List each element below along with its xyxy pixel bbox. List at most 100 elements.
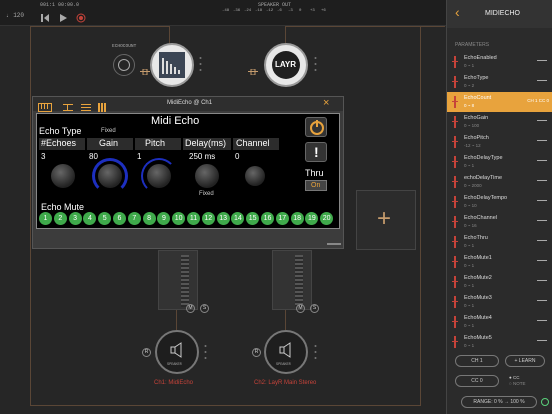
ch2-solo-button[interactable]: S [310, 304, 319, 313]
midiecho-node[interactable] [150, 43, 194, 87]
param-row[interactable]: EchoDelayTempo 0 ~ 10 [447, 192, 552, 212]
ch1-record-button[interactable]: R [142, 348, 151, 357]
param-slider-icon [454, 176, 456, 188]
param-slider-icon [454, 236, 456, 248]
ch1-fader[interactable] [181, 255, 189, 307]
settings-icon[interactable] [541, 398, 549, 406]
mute-button-8[interactable]: 8 [142, 212, 156, 225]
ch2-caption: Ch2: LayR Main Stereo [254, 380, 317, 386]
mute-button-3[interactable]: 3 [68, 212, 82, 225]
echo-type-value[interactable]: Fixed [101, 128, 116, 134]
pitch-knob[interactable] [147, 164, 171, 188]
thru-toggle[interactable]: On [305, 180, 327, 191]
editor-title: Midi Echo [151, 115, 200, 127]
cc-selector[interactable]: CC 0 [455, 375, 499, 387]
node-menu-icon[interactable] [314, 344, 317, 360]
record-icon[interactable] [76, 10, 86, 23]
param-row[interactable]: EchoMute5 0 ~ 1 [447, 332, 552, 352]
play-icon[interactable] [58, 10, 68, 22]
add-node-button[interactable]: + [356, 190, 416, 250]
mute-button-12[interactable]: 12 [201, 212, 215, 225]
mute-button-6[interactable]: 6 [113, 212, 126, 225]
mute-button-17[interactable]: 17 [275, 212, 289, 225]
echocount-label: ECHOCOUNT [112, 44, 137, 49]
param-row[interactable]: EchoMute1 0 ~ 1 [447, 252, 552, 272]
param-row[interactable]: EchoMute3 0 ~ 1 [447, 292, 552, 312]
param-row[interactable]: EchoDelayType 0 ~ 1 [447, 152, 552, 172]
delay-mode[interactable]: Fixed [199, 191, 214, 197]
mute-button-15[interactable]: 15 [246, 212, 260, 225]
mute-button-11[interactable]: 11 [187, 212, 200, 225]
param-row[interactable]: EchoPitch -12 ~ 12 [447, 132, 552, 152]
mute-button-18[interactable]: 18 [290, 212, 304, 225]
note-option[interactable]: ○ NOTE [509, 381, 525, 386]
tempo-display[interactable]: ♩ 120 [6, 12, 24, 19]
param-name: EchoGain [464, 115, 489, 121]
close-icon[interactable]: × [323, 97, 329, 109]
mute-button-2[interactable]: 2 [53, 212, 67, 225]
channel-knob[interactable] [245, 166, 265, 186]
gain-knob[interactable] [98, 164, 122, 188]
param-row[interactable]: EchoEnabled 0 ~ 1 [447, 52, 552, 72]
param-row[interactable]: EchoType 0 ~ 2 [447, 72, 552, 92]
back-chevron-icon[interactable]: ‹ [455, 4, 460, 20]
ch1-speaker-node[interactable]: SPEAKER [155, 330, 199, 374]
mute-button-10[interactable]: 10 [172, 212, 186, 225]
param-row[interactable]: EchoCount 0 ~ 8 CH 1 CC 0 [447, 92, 552, 112]
keyboard-icon[interactable] [38, 99, 52, 112]
param-range: 0 ~ 2000 [464, 183, 482, 188]
warning-button[interactable]: ! [305, 142, 327, 162]
param-name: EchoDelayTempo [464, 195, 508, 201]
ch2-fader[interactable] [295, 255, 303, 307]
section-label: PARAMETERS [455, 42, 490, 48]
node-menu-icon[interactable] [204, 344, 207, 360]
layr-node[interactable]: LAYR [264, 43, 308, 87]
mute-button-9[interactable]: 9 [157, 212, 171, 225]
sliders-icon[interactable] [97, 99, 107, 112]
mute-button-7[interactable]: 7 [127, 212, 141, 225]
param-row[interactable]: EchoMute2 0 ~ 1 [447, 272, 552, 292]
mute-button-19[interactable]: 19 [305, 212, 319, 225]
mute-button-4[interactable]: 4 [83, 212, 97, 225]
delay-knob[interactable] [195, 164, 219, 188]
wire [420, 26, 421, 406]
node-menu-icon[interactable] [314, 56, 317, 72]
mute-button-13[interactable]: 13 [216, 212, 230, 225]
mute-button-1[interactable]: 1 [39, 212, 52, 225]
routing-icon[interactable] [63, 99, 73, 111]
resize-handle[interactable] [327, 243, 341, 245]
echocount-knob[interactable] [113, 54, 135, 76]
param-name: EchoChannel [464, 215, 498, 221]
mute-button-16[interactable]: 16 [261, 212, 274, 225]
param-range: 0 ~ 1 [464, 303, 475, 308]
power-button[interactable] [305, 117, 327, 137]
param-row[interactable]: EchoGain 0 ~ 100 [447, 112, 552, 132]
param-row[interactable]: EchoChannel 0 ~ 16 [447, 212, 552, 232]
param-row[interactable]: EchoMute4 0 ~ 1 [447, 312, 552, 332]
range-button[interactable]: RANGE: 0 % → 100 % [461, 396, 537, 408]
ch1-mute-button[interactable]: M [186, 304, 195, 313]
param-dash [537, 220, 547, 221]
output-meter: -48 -36 -24 -18 -12 -6 -3 0 +3 +6 [222, 9, 326, 13]
panel-header: ‹ MIDIECHO [447, 0, 552, 28]
ch2-speaker-node[interactable]: SPEAKER [264, 330, 308, 374]
param-row[interactable]: echoDelayTime 0 ~ 2000 [447, 172, 552, 192]
mute-button-5[interactable]: 5 [98, 212, 112, 225]
echoes-knob[interactable] [51, 164, 75, 188]
learn-button[interactable]: + LEARN [505, 355, 545, 367]
channel-selector[interactable]: CH 1 [455, 355, 499, 367]
channel-header: Channel [233, 138, 279, 150]
list-icon[interactable] [81, 99, 91, 111]
param-dash [537, 80, 547, 81]
mute-button-20[interactable]: 20 [320, 212, 334, 225]
ch2-mute-button[interactable]: M [296, 304, 305, 313]
ch2-record-button[interactable]: R [252, 348, 261, 357]
ch1-solo-button[interactable]: S [200, 304, 209, 313]
node-menu-icon[interactable] [199, 56, 202, 72]
mute-button-14[interactable]: 14 [231, 212, 245, 225]
rewind-icon[interactable] [40, 10, 50, 22]
param-row[interactable]: EchoThru 0 ~ 1 [447, 232, 552, 252]
param-slider-icon [454, 76, 456, 88]
cc-option[interactable]: ● CC [509, 375, 519, 380]
param-name: EchoMute5 [464, 335, 492, 341]
